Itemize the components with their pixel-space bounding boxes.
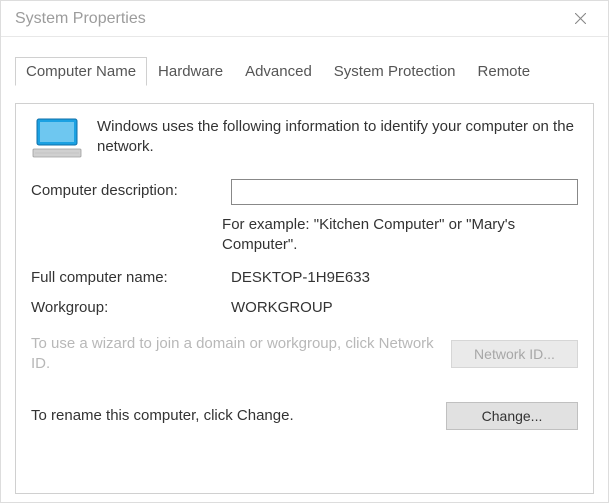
tab-strip: Computer Name Hardware Advanced System P… xyxy=(1,37,608,85)
description-example: For example: "Kitchen Computer" or "Mary… xyxy=(222,215,578,256)
workgroup-label: Workgroup: xyxy=(31,296,231,316)
tab-hardware[interactable]: Hardware xyxy=(147,57,234,86)
fullname-value: DESKTOP-1H9E633 xyxy=(231,266,578,286)
tab-system-protection[interactable]: System Protection xyxy=(323,57,467,86)
tab-advanced[interactable]: Advanced xyxy=(234,57,323,86)
rename-text: To rename this computer, click Change. xyxy=(31,406,294,426)
network-id-button: Network ID... xyxy=(451,340,578,368)
window-title: System Properties xyxy=(15,10,146,28)
description-input[interactable] xyxy=(231,179,578,205)
computer-name-panel: Windows uses the following information t… xyxy=(15,103,594,494)
tab-computer-name[interactable]: Computer Name xyxy=(15,57,147,86)
description-label: Computer description: xyxy=(31,179,231,199)
workgroup-value: WORKGROUP xyxy=(231,296,578,316)
close-button[interactable] xyxy=(558,5,602,33)
fullname-label: Full computer name: xyxy=(31,266,231,286)
intro-text: Windows uses the following information t… xyxy=(97,117,578,158)
title-bar: System Properties xyxy=(1,1,608,37)
network-id-text: To use a wizard to join a domain or work… xyxy=(31,334,439,375)
computer-icon xyxy=(31,117,83,161)
tab-remote[interactable]: Remote xyxy=(467,57,542,86)
close-icon xyxy=(575,13,586,24)
change-button[interactable]: Change... xyxy=(446,402,578,430)
